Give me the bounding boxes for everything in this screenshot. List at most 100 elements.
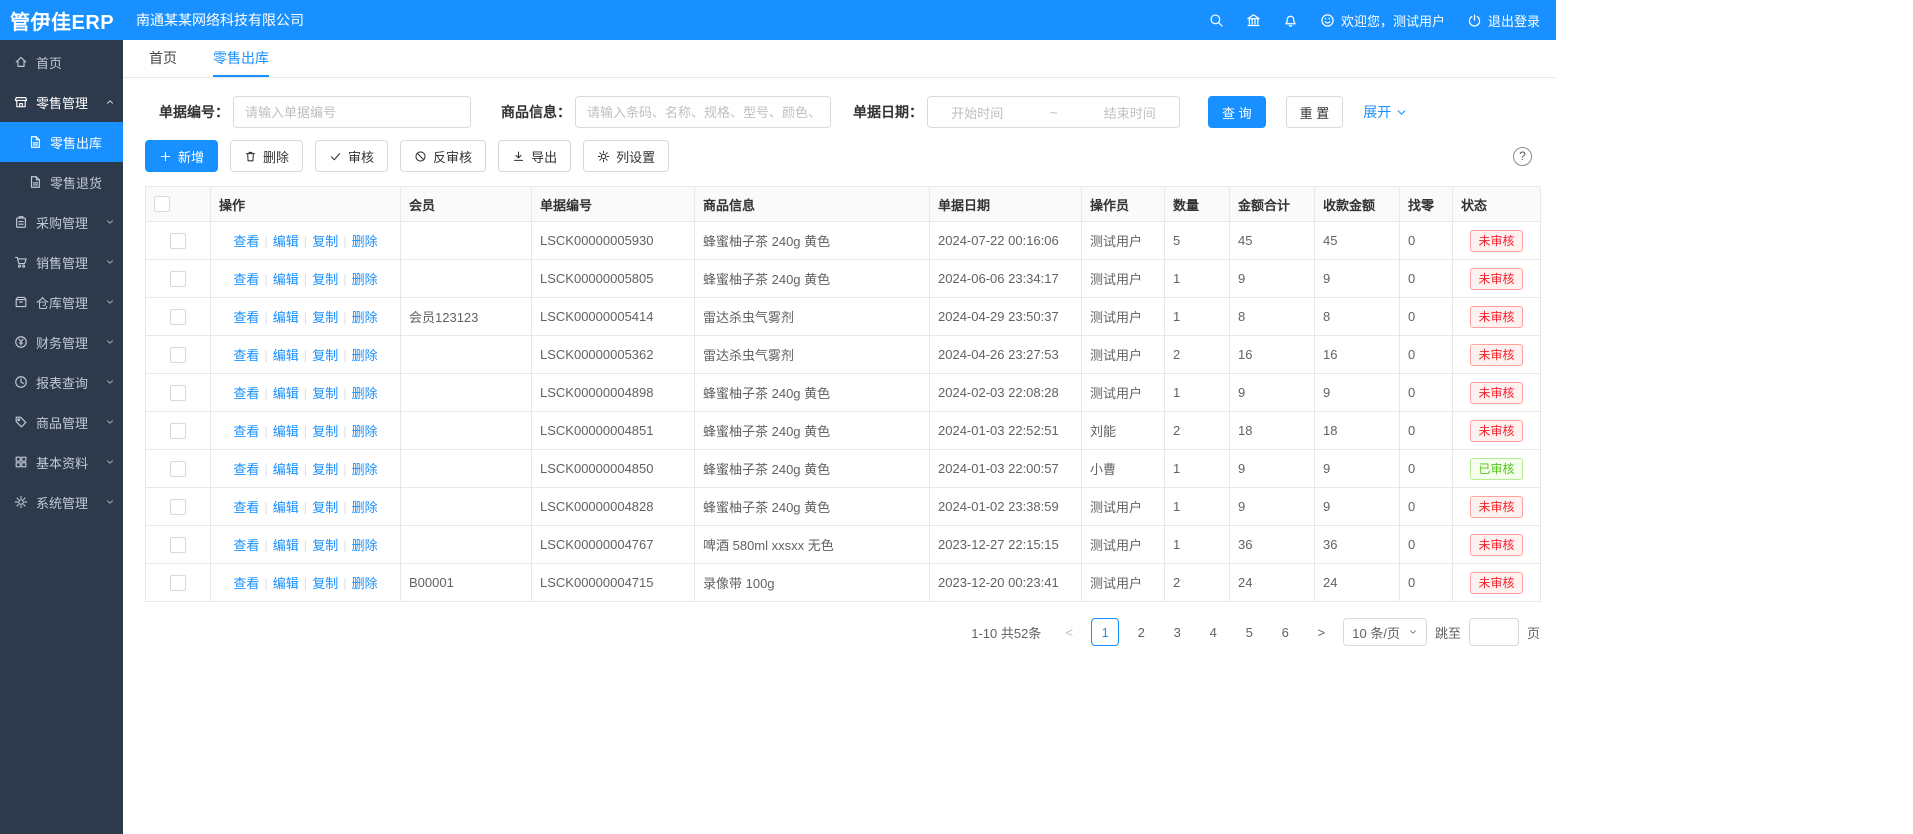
help-icon[interactable]: ? [1513,147,1532,166]
page-size-select[interactable]: 10 条/页 [1343,618,1427,646]
sidebar-item-report-query[interactable]: 报表查询 [0,362,123,402]
view-link[interactable]: 查看 [233,538,259,553]
delete-link[interactable]: 删除 [352,272,378,287]
row-checkbox[interactable] [170,537,186,553]
view-link[interactable]: 查看 [233,272,259,287]
delete-button[interactable]: 删除 [230,140,303,172]
row-checkbox[interactable] [170,385,186,401]
sidebar-item-system-mgmt[interactable]: 系统管理 [0,482,123,522]
date-range-picker[interactable]: 开始时间 ~ 结束时间 [927,96,1180,128]
edit-link[interactable]: 编辑 [273,538,299,553]
row-checkbox[interactable] [170,499,186,515]
reset-button[interactable]: 重 置 [1286,96,1344,128]
view-link[interactable]: 查看 [233,386,259,401]
export-button[interactable]: 导出 [498,140,571,172]
view-link[interactable]: 查看 [233,234,259,249]
search-icon[interactable] [1209,13,1224,28]
change-cell: 0 [1400,412,1453,450]
sidebar-item-retail-mgmt[interactable]: 零售管理 [0,82,123,122]
delete-link[interactable]: 删除 [352,462,378,477]
row-checkbox[interactable] [170,309,186,325]
tab-retail-out[interactable]: 零售出库 [213,40,269,77]
delete-link[interactable]: 删除 [352,348,378,363]
tab-home[interactable]: 首页 [149,40,177,77]
row-checkbox[interactable] [170,575,186,591]
sidebar-item-retail-out[interactable]: 零售出库 [0,122,123,162]
delete-link[interactable]: 删除 [352,500,378,515]
page-button-4[interactable]: 4 [1199,618,1227,646]
edit-link[interactable]: 编辑 [273,310,299,325]
select-all-checkbox[interactable] [154,196,170,212]
sidebar-item-goods-mgmt[interactable]: 商品管理 [0,402,123,442]
copy-link[interactable]: 复制 [312,500,338,515]
copy-link[interactable]: 复制 [312,348,338,363]
sidebar-item-home[interactable]: 首页 [0,42,123,82]
delete-link[interactable]: 删除 [352,538,378,553]
copy-link[interactable]: 复制 [312,386,338,401]
view-link[interactable]: 查看 [233,348,259,363]
edit-link[interactable]: 编辑 [273,462,299,477]
copy-link[interactable]: 复制 [312,234,338,249]
delete-link[interactable]: 删除 [352,424,378,439]
row-checkbox[interactable] [170,461,186,477]
sidebar-item-finance-mgmt[interactable]: 财务管理 [0,322,123,362]
col-date: 单据日期 [930,187,1082,222]
copy-link[interactable]: 复制 [312,538,338,553]
delete-link[interactable]: 删除 [352,576,378,591]
edit-link[interactable]: 编辑 [273,348,299,363]
sidebar-item-warehouse-mgmt[interactable]: 仓库管理 [0,282,123,322]
edit-link[interactable]: 编辑 [273,234,299,249]
sidebar-item-base-data[interactable]: 基本资料 [0,442,123,482]
delete-link[interactable]: 删除 [352,234,378,249]
delete-link[interactable]: 删除 [352,310,378,325]
col-order-no: 单据编号 [532,187,695,222]
page-button-3[interactable]: 3 [1163,618,1191,646]
column-settings-button[interactable]: 列设置 [583,140,669,172]
company-building-icon[interactable] [1246,13,1261,28]
sidebar-item-retail-return[interactable]: 零售退货 [0,162,123,202]
view-link[interactable]: 查看 [233,310,259,325]
edit-link[interactable]: 编辑 [273,424,299,439]
copy-link[interactable]: 复制 [312,272,338,287]
add-button[interactable]: 新增 [145,140,218,172]
view-link[interactable]: 查看 [233,424,259,439]
edit-link[interactable]: 编辑 [273,386,299,401]
goods-info-input[interactable] [575,96,831,128]
sidebar-item-purchase-mgmt[interactable]: 采购管理 [0,202,123,242]
unaudit-button[interactable]: 反审核 [400,140,486,172]
view-link[interactable]: 查看 [233,462,259,477]
order-no-input[interactable] [233,96,471,128]
row-checkbox[interactable] [170,423,186,439]
edit-link[interactable]: 编辑 [273,500,299,515]
page-button-5[interactable]: 5 [1235,618,1263,646]
page-button-1[interactable]: 1 [1091,618,1119,646]
copy-link[interactable]: 复制 [312,310,338,325]
copy-link[interactable]: 复制 [312,576,338,591]
expand-link[interactable]: 展开 [1363,102,1408,122]
page-button-6[interactable]: 6 [1271,618,1299,646]
welcome-user[interactable]: 欢迎您，测试用户 [1320,11,1445,30]
bell-icon[interactable] [1283,13,1298,28]
member-cell [401,412,532,450]
row-checkbox[interactable] [170,271,186,287]
audit-button[interactable]: 审核 [315,140,388,172]
logout-button[interactable]: 退出登录 [1467,11,1540,30]
row-checkbox[interactable] [170,233,186,249]
prev-page-button[interactable]: < [1055,618,1083,646]
delete-link[interactable]: 删除 [352,386,378,401]
col-goods: 商品信息 [695,187,930,222]
search-button[interactable]: 查 询 [1208,96,1266,128]
change-cell: 0 [1400,298,1453,336]
jump-page-input[interactable] [1469,618,1519,646]
view-link[interactable]: 查看 [233,576,259,591]
copy-link[interactable]: 复制 [312,462,338,477]
edit-link[interactable]: 编辑 [273,272,299,287]
next-page-button[interactable]: > [1307,618,1335,646]
row-checkbox[interactable] [170,347,186,363]
view-link[interactable]: 查看 [233,500,259,515]
sidebar-item-sales-mgmt[interactable]: 销售管理 [0,242,123,282]
copy-link[interactable]: 复制 [312,424,338,439]
page-button-2[interactable]: 2 [1127,618,1155,646]
date-cell: 2023-12-27 22:15:15 [930,526,1082,564]
edit-link[interactable]: 编辑 [273,576,299,591]
